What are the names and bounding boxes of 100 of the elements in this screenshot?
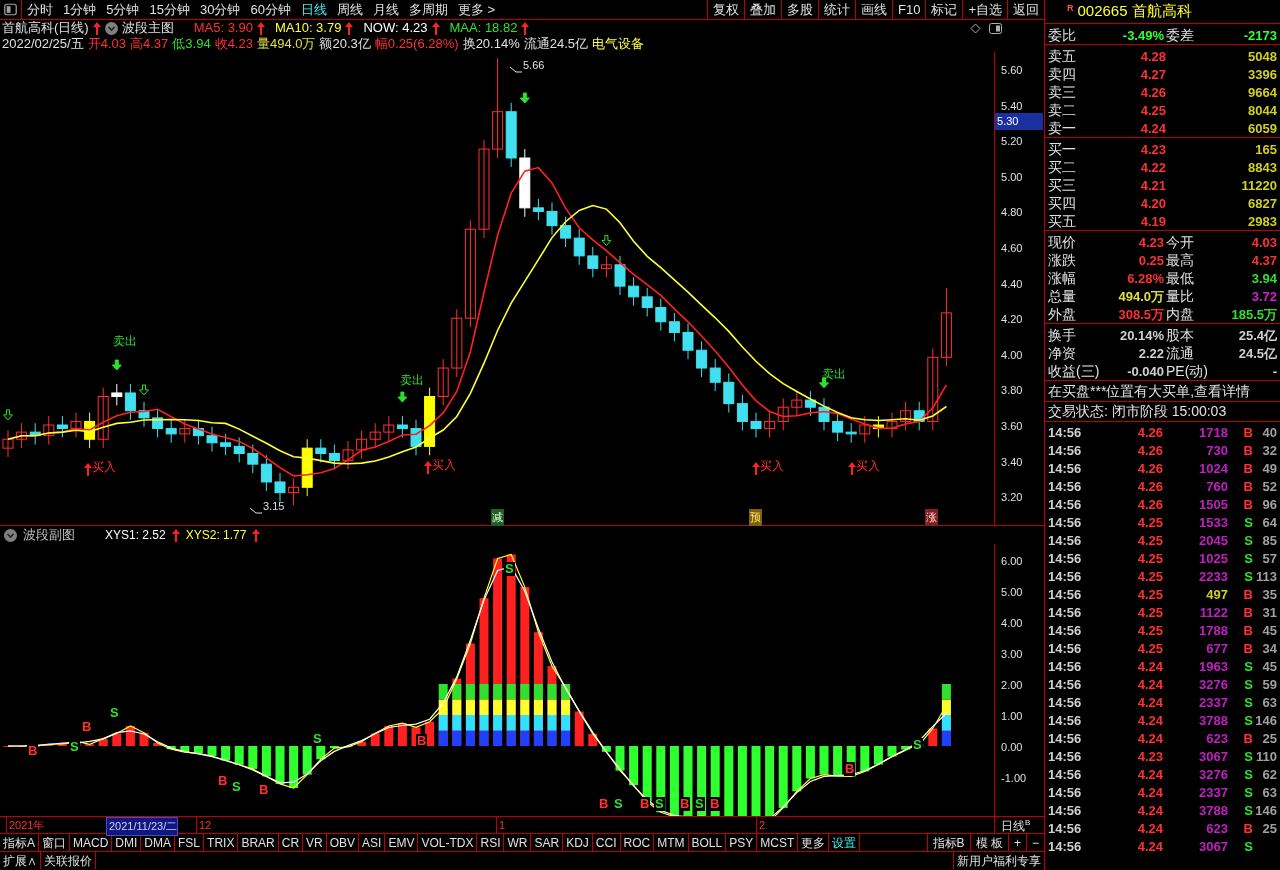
bottom-tab[interactable]: 扩展∧ — [0, 852, 41, 869]
trade-side: B — [1242, 586, 1253, 604]
indicator-tab[interactable]: MACD — [70, 834, 113, 851]
bottom-tab[interactable]: 关联报价 — [41, 852, 96, 869]
toolbar-button[interactable]: 返回 — [1007, 0, 1044, 19]
toolbar-button[interactable]: 统计 — [818, 0, 855, 19]
indicator-tab[interactable]: − — [1026, 834, 1044, 851]
field-value: 6.28% — [1126, 269, 1165, 288]
indicator-tab[interactable]: 模 板 — [969, 834, 1008, 851]
order-volume: 8843 — [1247, 158, 1277, 177]
notice-link[interactable]: 在买盘***位置有大买单,查看详情 — [1045, 381, 1280, 402]
period-tab[interactable]: 分时 — [22, 0, 58, 19]
price-extreme-label: 5.66 — [523, 58, 545, 73]
toolbar-button[interactable]: 复权 — [707, 0, 744, 19]
field-value: 20.14% — [1118, 326, 1165, 345]
trade-time: 14:56 — [1048, 640, 1083, 658]
toolbar-button[interactable]: 标记 — [925, 0, 963, 19]
indicator-tab[interactable]: VR — [303, 834, 327, 851]
toolbar-button[interactable]: +自选 — [962, 0, 1007, 19]
indicator-tab[interactable]: EMV — [385, 834, 419, 851]
candlestick — [410, 419, 422, 456]
buy-signal-label: 买入 — [856, 458, 880, 475]
indicator-tab[interactable]: MCST — [757, 834, 799, 851]
trade-count: 25 — [1261, 820, 1277, 838]
period-tab[interactable]: 30分钟 — [194, 0, 246, 19]
sell-signal-label: S — [109, 706, 120, 720]
indicator-tab[interactable]: KDJ — [563, 834, 593, 851]
indicator-tab[interactable]: DMA — [141, 834, 176, 851]
toolbar-button[interactable]: F10 — [892, 0, 926, 19]
indicator-tab[interactable]: DMI — [112, 834, 142, 851]
indicator-tab[interactable]: WR — [504, 834, 532, 851]
indicator-tab[interactable]: + — [1007, 834, 1026, 851]
order-level-label: 卖二 — [1048, 101, 1077, 120]
indicator-tab[interactable]: FSL — [175, 834, 205, 851]
promo-link[interactable]: 新用户福利专享 — [953, 852, 1044, 869]
candlestick — [913, 401, 925, 431]
indicator-tab[interactable]: SAR — [531, 834, 564, 851]
buy-signal-label: B — [598, 797, 610, 811]
indicator-tab[interactable]: MTM — [654, 834, 689, 851]
down-arrow-icon — [3, 409, 13, 421]
indicator-tab[interactable]: 窗口 — [39, 834, 70, 851]
period-suffix: B — [1025, 817, 1031, 827]
period-tab[interactable]: 60分钟 — [245, 0, 296, 19]
field-label: 量比 — [1166, 287, 1195, 306]
panel-toggle-icon[interactable] — [989, 22, 1002, 34]
candlestick — [641, 287, 653, 317]
period-tab[interactable]: 1分钟 — [58, 0, 102, 19]
period-tab[interactable]: 5分钟 — [101, 0, 145, 19]
indicator-value: XYS2: 1.77 — [185, 527, 247, 544]
field-value: 24.5亿 — [1237, 344, 1277, 363]
indicator-tab[interactable]: TRIX — [204, 834, 239, 851]
indicator-tab[interactable]: PSY — [726, 834, 758, 851]
indicator-tab[interactable]: ROC — [620, 834, 655, 851]
up-arrow-icon — [848, 462, 856, 475]
trade-volume: 3276 — [1198, 766, 1228, 784]
indicator-tab[interactable]: 指标A — [0, 834, 39, 851]
indicator-tab[interactable]: 指标B — [926, 834, 970, 851]
toolbar-button[interactable]: 叠加 — [744, 0, 781, 19]
indicator-tab[interactable]: CCI — [592, 834, 621, 851]
trade-price: 4.25 — [1136, 604, 1163, 622]
trade-side: B — [1242, 820, 1253, 838]
candlestick — [179, 419, 191, 444]
period-tab[interactable]: 月线 — [367, 0, 404, 19]
trade-count: 63 — [1261, 784, 1277, 802]
indicator-tab[interactable]: BOLL — [688, 834, 727, 851]
field-value: -3.49% — [1121, 26, 1165, 45]
field-value: 4.23 — [1137, 233, 1165, 252]
toolbar-button[interactable]: 多股 — [781, 0, 818, 19]
trade-volume: 1718 — [1198, 424, 1228, 442]
period-tab[interactable]: 多周期 — [403, 0, 453, 19]
indicator-value: NOW: 4.23 — [363, 19, 428, 37]
candlestick — [328, 444, 340, 470]
buy-signal-label: B — [639, 797, 651, 811]
trade-price: 4.23 — [1136, 748, 1163, 766]
diamond-icon[interactable] — [970, 22, 981, 34]
up-arrow-icon — [752, 462, 760, 475]
indicator-tab[interactable]: VOL-TDX — [418, 834, 478, 851]
indicator-tab[interactable]: OBV — [326, 834, 360, 851]
buy-signal-label: B — [27, 744, 39, 758]
trade-volume: 3067 — [1198, 838, 1228, 856]
field-label: 外盘 — [1048, 305, 1077, 324]
indicator-tab[interactable]: ASI — [359, 834, 386, 851]
candlestick — [369, 422, 381, 449]
period-tab[interactable]: 15分钟 — [144, 0, 195, 19]
period-tab[interactable]: 日线 — [295, 0, 332, 19]
period-tab[interactable]: 更多 > — [452, 0, 501, 19]
axis-label: 4.20 — [1001, 312, 1023, 328]
order-volume: 6827 — [1247, 194, 1277, 213]
down-arrow-icon — [139, 384, 149, 396]
trade-side: S — [1243, 694, 1253, 712]
period-tab[interactable]: 周线 — [331, 0, 368, 19]
indicator-tab[interactable]: 更多 — [798, 834, 830, 851]
up-arrow-icon — [431, 21, 440, 35]
candlestick — [832, 412, 844, 442]
indicator-tab[interactable]: RSI — [477, 834, 505, 851]
indicator-tab[interactable]: BRAR — [238, 834, 279, 851]
indicator-tab[interactable]: CR — [278, 834, 304, 851]
candlestick — [247, 444, 259, 474]
toolbar-button[interactable]: 画线 — [855, 0, 892, 19]
indicator-tab[interactable]: 设置 — [829, 834, 861, 851]
